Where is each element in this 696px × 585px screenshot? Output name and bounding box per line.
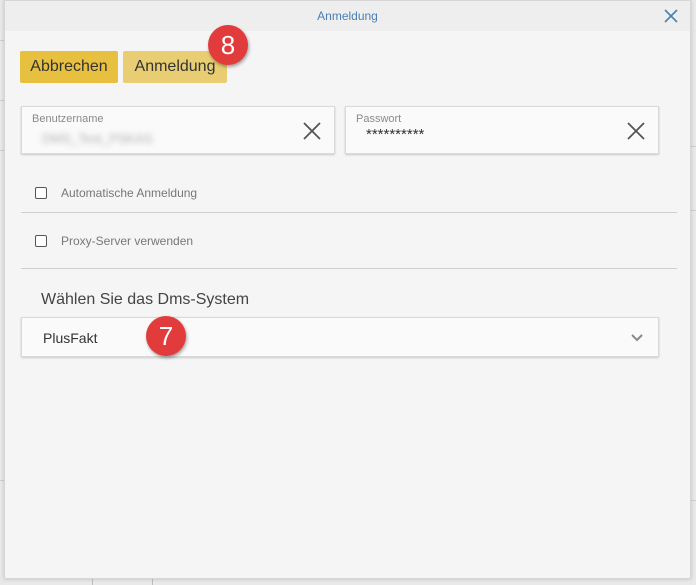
auto-login-row: Automatische Anmeldung (21, 179, 677, 209)
dms-section-title: Wählen Sie das Dms-System (41, 291, 250, 308)
auto-login-label[interactable]: Automatische Anmeldung (61, 186, 197, 200)
backdrop-line (691, 500, 696, 501)
backdrop-line (92, 579, 93, 585)
password-field[interactable]: Passwort ********** (345, 106, 659, 154)
username-clear-button[interactable] (302, 121, 322, 141)
proxy-checkbox[interactable] (35, 235, 47, 247)
clear-icon (627, 122, 645, 140)
backdrop-line (691, 210, 696, 211)
step-badge-dms: 7 (146, 316, 186, 356)
backdrop-line (691, 146, 696, 147)
username-field[interactable]: Benutzername DMS_Test_PSKAS (21, 106, 335, 154)
login-dialog: Anmeldung Abbrechen Anmeldung 8 Benutzer… (4, 0, 691, 579)
close-button[interactable] (662, 7, 680, 25)
proxy-label[interactable]: Proxy-Server verwenden (61, 234, 193, 248)
chevron-down-icon (631, 334, 643, 342)
divider (21, 268, 677, 269)
cancel-button[interactable]: Abbrechen (20, 51, 118, 83)
proxy-row: Proxy-Server verwenden (21, 227, 677, 257)
password-label: Passwort (356, 113, 402, 125)
divider (21, 212, 677, 213)
auto-login-checkbox[interactable] (35, 187, 47, 199)
dialog-title: Anmeldung (317, 9, 378, 23)
step-badge-login: 8 (208, 25, 248, 65)
username-label: Benutzername (32, 113, 104, 125)
dms-select[interactable]: PlusFakt (21, 317, 659, 357)
backdrop-line (152, 579, 153, 585)
clear-icon (303, 122, 321, 140)
username-value: DMS_Test_PSKAS (42, 131, 153, 146)
password-clear-button[interactable] (626, 121, 646, 141)
close-icon (664, 9, 678, 23)
dialog-titlebar: Anmeldung (5, 1, 690, 31)
dms-select-value: PlusFakt (43, 330, 98, 346)
password-value: ********** (366, 126, 425, 143)
